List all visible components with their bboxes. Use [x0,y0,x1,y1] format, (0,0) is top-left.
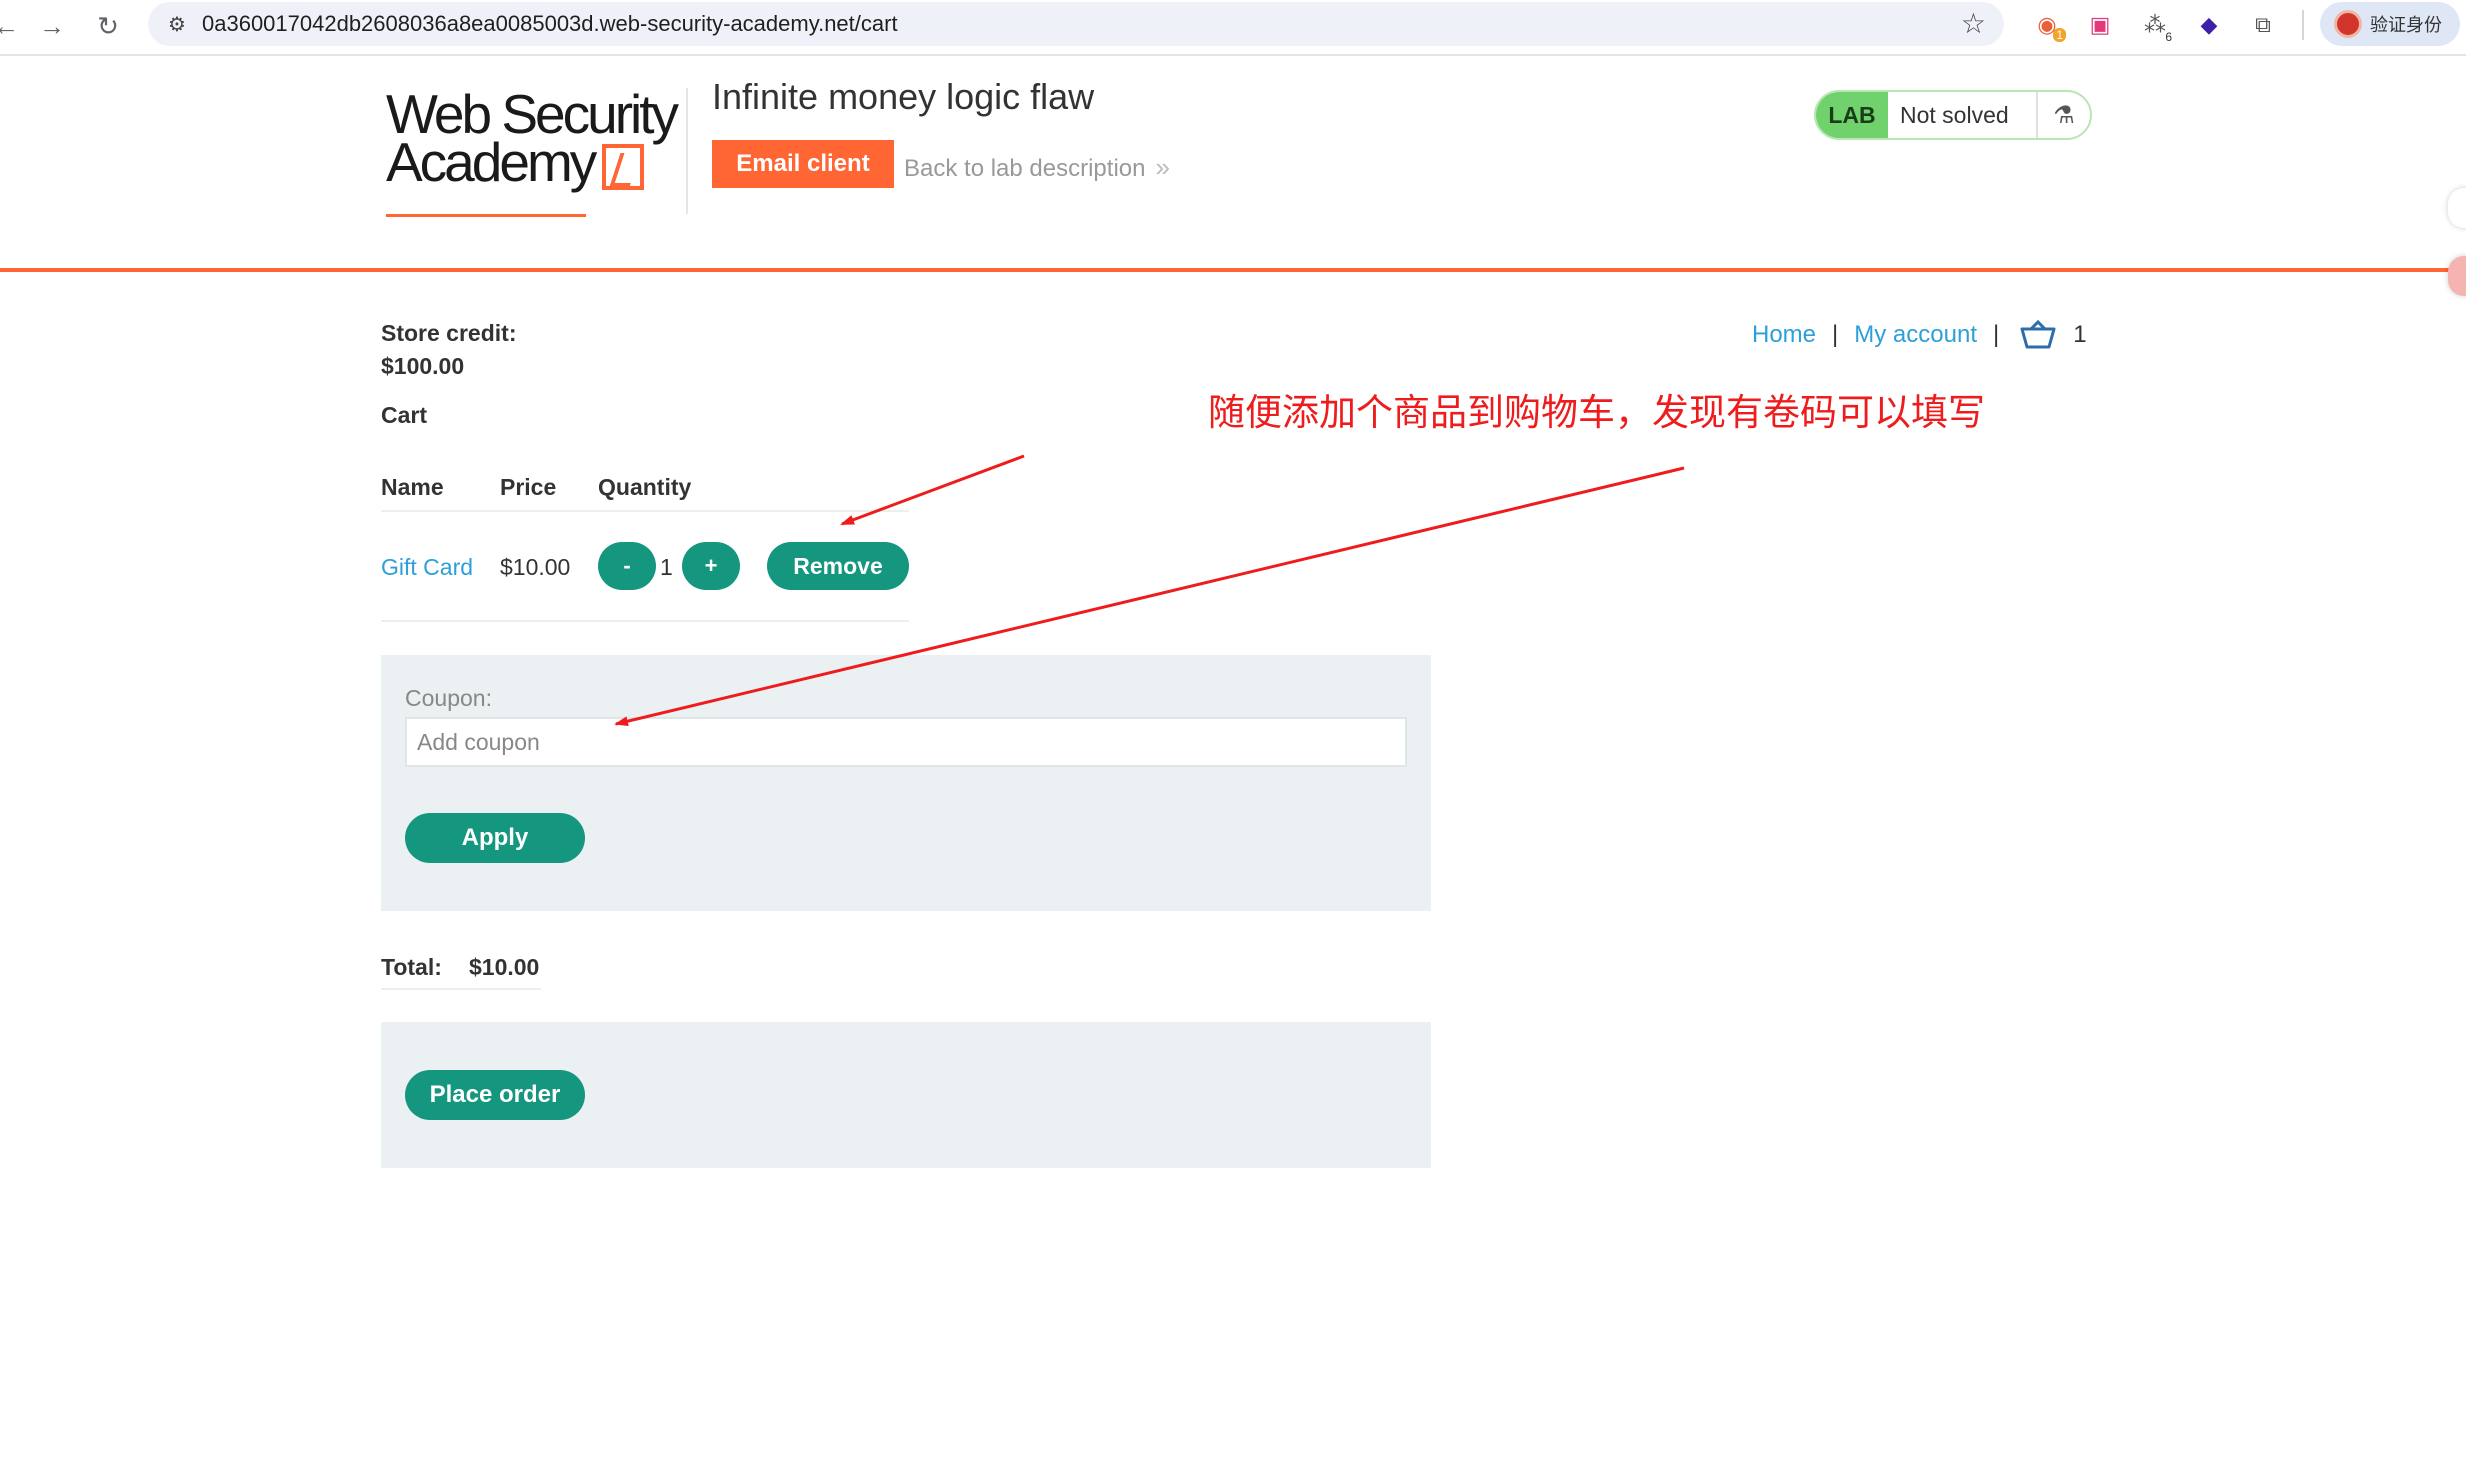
table-row-divider [381,620,909,622]
total-value: $10.00 [469,954,540,980]
logo-divider [686,88,688,214]
store-credit-value: $100.00 [381,353,465,379]
address-bar[interactable]: ⚙ 0a360017042db2608036a8ea0085003d.web-s… [148,2,2004,46]
nav-separator: | [1832,321,1839,348]
extension-icon-3[interactable]: ⁂ 6 [2136,6,2174,44]
my-account-link[interactable]: My account [1854,321,1977,349]
back-to-lab-label: Back to lab description [904,155,1146,182]
column-header-name: Name [381,474,444,500]
product-quantity: 1 [660,554,673,580]
apply-coupon-button[interactable]: Apply [405,813,585,863]
lab-title: Infinite money logic flaw [712,76,1095,117]
email-client-button[interactable]: Email client [712,140,894,188]
table-header-divider [381,510,909,512]
place-order-button[interactable]: Place order [405,1070,585,1120]
extension-icon-4[interactable]: ◆ [2190,6,2228,44]
logo-line2: Academy [386,131,597,193]
site-settings-icon[interactable]: ⚙ [162,9,192,39]
address-url[interactable]: 0a360017042db2608036a8ea0085003d.web-sec… [202,11,898,37]
increment-quantity-button[interactable]: + [682,542,740,590]
bookmark-star-icon[interactable]: ☆ [1961,7,1986,40]
remove-item-button[interactable]: Remove [767,542,909,590]
product-price: $10.00 [500,554,571,580]
logo-bolt-icon [602,144,644,190]
column-header-price: Price [500,474,557,500]
lab-status-text: Not solved [1900,102,2009,128]
web-security-academy-logo[interactable]: Web Security Academy [380,84,680,217]
total-label: Total: [381,954,442,980]
place-order-form: Place order [381,1022,1431,1168]
forward-arrow-icon[interactable]: → [32,6,72,46]
lab-header: Web Security Academy Infinite money logi… [0,56,2466,272]
cart-basket-icon[interactable] [2019,319,2057,350]
reload-icon[interactable]: ↻ [88,6,128,46]
annotation-note: 随便添加个商品到购物车，发现有卷码可以填写 [1208,391,1985,434]
back-arrow-icon[interactable]: ← [0,6,26,46]
lab-tag: LAB [1816,92,1888,138]
cart-heading: Cart [381,402,428,428]
cart-count: 1 [2073,321,2087,348]
lab-status-widget: LAB Not solved ⚗ [1814,90,2092,140]
annotation-arrow-remove [840,454,1025,526]
profile-button[interactable]: 验证身份 [2320,2,2460,46]
home-link[interactable]: Home [1752,321,1816,349]
logo-underline [386,214,586,217]
browser-toolbar: ← → ↻ ⚙ 0a360017042db2608036a8ea0085003d… [0,0,2466,56]
double-chevron-icon: » [1155,152,1170,182]
profile-avatar [2334,10,2362,38]
profile-label: 验证身份 [2370,15,2442,35]
coupon-input[interactable] [405,717,1407,767]
coupon-label: Coupon: [405,685,492,711]
toolbar-divider [2302,10,2304,40]
coupon-form: Coupon: Apply [381,655,1431,911]
product-link-gift-card[interactable]: Gift Card [381,554,473,581]
extensions-puzzle-icon[interactable]: ⧉ [2244,6,2282,44]
side-widget-icon[interactable] [2448,188,2466,228]
column-header-quantity: Quantity [598,474,692,500]
translate-extension-icon[interactable]: ▣ [2081,6,2119,44]
flask-icon: ⚗ [2036,92,2090,138]
decrement-quantity-button[interactable]: - [598,542,656,590]
side-widget-red-icon[interactable] [2448,256,2466,296]
nav-separator: | [1992,321,2000,348]
top-nav-links: Home | My account | 1 [1752,319,2087,350]
back-to-lab-link[interactable]: Back to lab description » [904,152,1170,183]
store-credit-label: Store credit: [381,320,517,346]
total-divider [381,988,541,990]
extension-icon-1[interactable]: ◉ 1 [2028,6,2066,44]
